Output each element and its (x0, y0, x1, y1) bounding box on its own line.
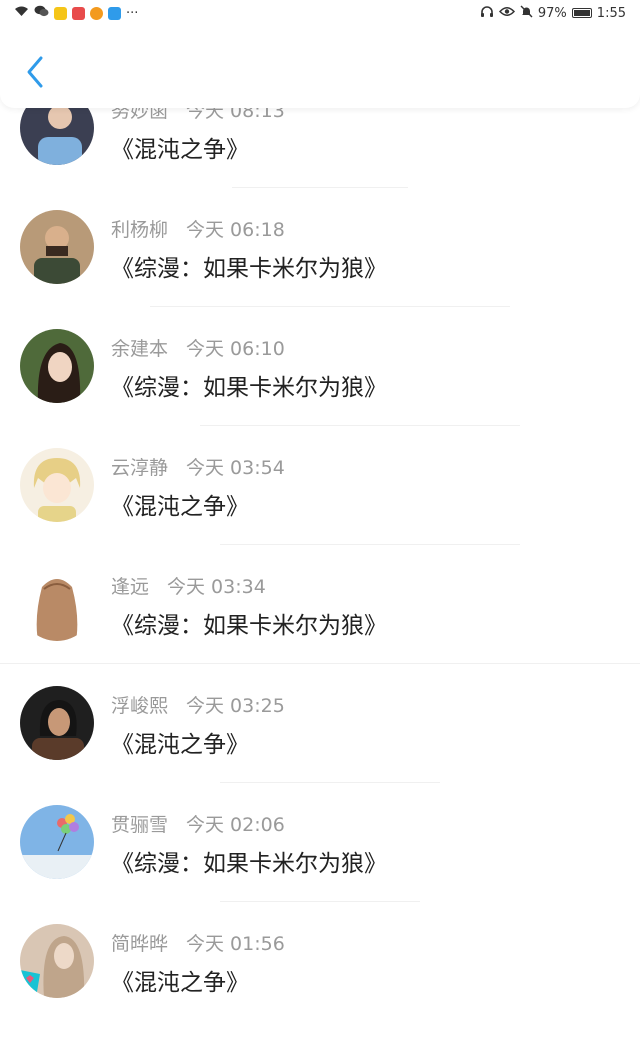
user-name: 逢远 (111, 576, 150, 598)
avatar[interactable] (20, 210, 94, 284)
more-notifications: ··· (126, 5, 139, 21)
item-title[interactable]: 《综漫：如果卡米尔为狼》 (111, 606, 387, 640)
item-title[interactable]: 《混沌之争》 (111, 487, 249, 521)
timestamp: 今天 06:10 (186, 338, 285, 360)
wechat-icon (34, 5, 49, 21)
avatar[interactable] (20, 567, 94, 641)
divider (232, 187, 408, 188)
weibo-icon (90, 6, 103, 20)
item-title[interactable]: 《综漫：如果卡米尔为狼》 (111, 844, 387, 878)
wifi-icon (14, 5, 29, 21)
back-button[interactable] (18, 52, 52, 96)
item-title[interactable]: 《混沌之争》 (111, 725, 249, 759)
app-notification-icon (54, 6, 67, 20)
timestamp: 今天 06:18 (186, 219, 285, 241)
battery-icon (571, 8, 592, 18)
top-bar (0, 26, 640, 108)
avatar[interactable] (20, 329, 94, 403)
list-item[interactable]: 逢远 今天 03:34 《综漫：如果卡米尔为狼》 (0, 567, 640, 686)
avatar[interactable] (20, 448, 94, 522)
status-bar: ··· 97% 1:55 (0, 0, 640, 26)
avatar[interactable] (20, 805, 94, 879)
mute-bell-icon (520, 5, 533, 22)
divider (220, 544, 520, 545)
list-item[interactable]: 努妙菡 今天 08:13 《混沌之争》 (0, 91, 640, 210)
list-item[interactable]: 云淳静 今天 03:54 《混沌之争》 (0, 448, 640, 567)
search-app-icon (108, 6, 121, 20)
item-title[interactable]: 《混沌之争》 (111, 963, 249, 997)
list-item[interactable]: 利杨柳 今天 06:18 《综漫：如果卡米尔为狼》 (0, 210, 640, 329)
list-item[interactable]: 简晔晔 今天 01:56 《混沌之争》 (0, 924, 640, 1043)
app-notification-icon (72, 6, 85, 20)
item-title[interactable]: 《综漫：如果卡米尔为狼》 (111, 368, 387, 402)
user-name: 利杨柳 (111, 219, 169, 241)
divider (150, 306, 510, 307)
status-left: ··· (14, 5, 138, 21)
avatar[interactable] (20, 686, 94, 760)
list-item[interactable]: 余建本 今天 06:10 《综漫：如果卡米尔为狼》 (0, 329, 640, 448)
timestamp: 今天 03:34 (167, 576, 266, 598)
divider (220, 782, 440, 783)
user-name: 云淳静 (111, 457, 169, 479)
clock: 1:55 (596, 5, 626, 21)
timestamp: 今天 02:06 (186, 814, 285, 836)
divider (220, 901, 420, 902)
divider (0, 663, 640, 664)
divider (200, 425, 520, 426)
headphones-icon (480, 5, 494, 22)
user-name: 余建本 (111, 338, 169, 360)
user-name: 简晔晔 (111, 933, 169, 955)
timestamp: 今天 03:54 (186, 457, 285, 479)
timestamp: 今天 01:56 (186, 933, 285, 955)
list-item[interactable]: 贯骊雪 今天 02:06 《综漫：如果卡米尔为狼》 (0, 805, 640, 924)
battery-percent: 97% (537, 5, 567, 21)
user-name: 贯骊雪 (111, 814, 169, 836)
message-list: 努妙菡 今天 08:13 《混沌之争》 利杨柳 今天 06:18 《综漫：如果卡米尔… (0, 91, 640, 1043)
item-title[interactable]: 《综漫：如果卡米尔为狼》 (111, 249, 387, 283)
chevron-left-icon (25, 55, 45, 93)
eye-icon (498, 6, 515, 21)
user-name: 浮峻熙 (111, 695, 169, 717)
avatar[interactable] (20, 924, 94, 998)
timestamp: 今天 03:25 (186, 695, 285, 717)
list-item[interactable]: 浮峻熙 今天 03:25 《混沌之争》 (0, 686, 640, 805)
item-title[interactable]: 《混沌之争》 (111, 130, 249, 164)
status-right: 97% 1:55 (480, 5, 626, 22)
